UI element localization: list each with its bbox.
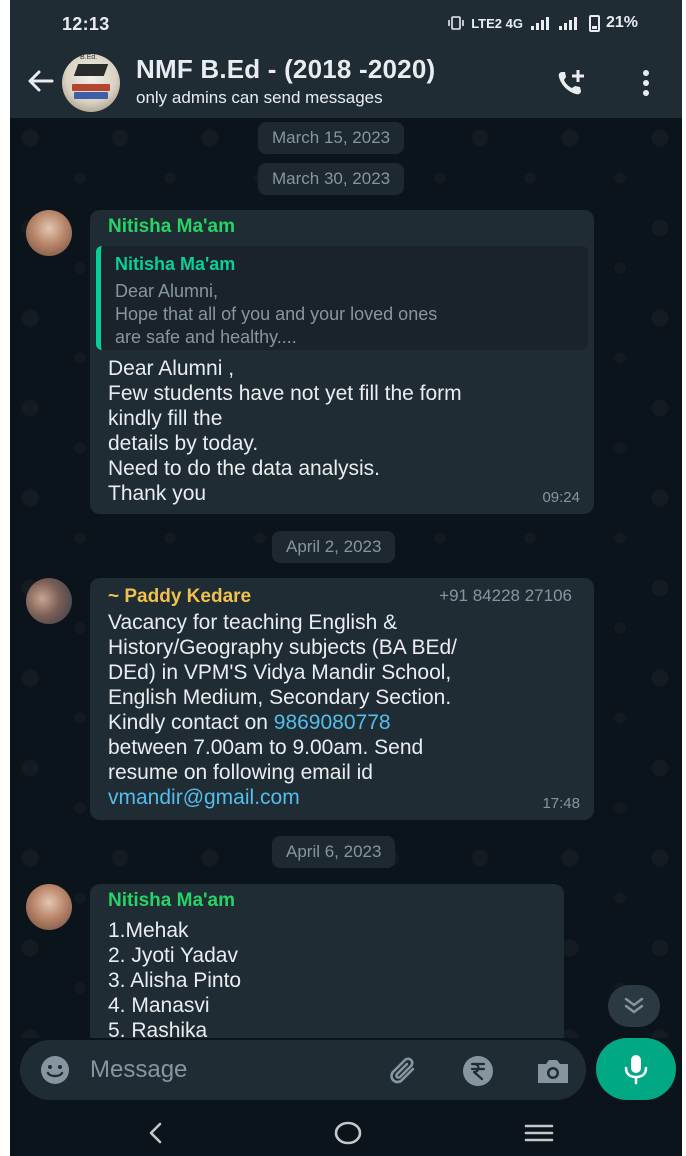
message-bubble[interactable]: ~ Paddy Kedare +91 84228 27106 Vacancy f… [90, 578, 594, 820]
status-time: 12:13 [62, 14, 110, 34]
message-bubble[interactable]: Nitisha Ma'am 1.Mehak 2. Jyoti Yadav 3. … [90, 884, 564, 1038]
back-arrow-icon[interactable] [24, 64, 58, 98]
message-input[interactable] [90, 1050, 350, 1090]
quote-text: Dear Alumni, Hope that all of you and yo… [115, 280, 437, 349]
nav-menu-icon[interactable] [522, 1118, 556, 1148]
graduation-cap-shape [73, 64, 109, 76]
quoted-message[interactable]: Nitisha Ma'am Dear Alumni, Hope that all… [96, 246, 588, 350]
message-time: 17:48 [542, 795, 580, 812]
date-chip: April 6, 2023 [272, 836, 396, 868]
avatar-nitisha[interactable] [26, 884, 72, 930]
network-type: LTE2 4G [471, 15, 523, 31]
group-subtitle: only admins can send messages [136, 88, 383, 107]
rupee-payment-icon[interactable] [460, 1053, 496, 1089]
message-time: 09:24 [542, 489, 580, 506]
battery-percent: 21% [605, 14, 638, 31]
sender-name[interactable]: ~ Paddy Kedare [108, 586, 251, 608]
message-line: details by today. [108, 432, 259, 455]
message-line: History/Geography subjects (BA BEd/ [108, 636, 457, 659]
message-line: Kindly contact on 9869080778 [108, 710, 457, 735]
add-call-icon[interactable] [554, 66, 588, 100]
chat-header[interactable]: B.Ed. NMF B.Ed - (2018 -2020) only admin… [10, 46, 682, 118]
message-line: 3. Alisha Pinto [108, 969, 242, 992]
book-shape-2 [74, 92, 108, 99]
sender-phone[interactable]: +91 84228 27106 [439, 586, 572, 606]
message-bubble[interactable]: Nitisha Ma'am Nitisha Ma'am Dear Alumni,… [90, 210, 594, 514]
message-line: Vacancy for teaching English & [108, 611, 398, 634]
date-chip: April 2, 2023 [272, 531, 396, 563]
message-line: Thank you [108, 482, 207, 505]
scroll-to-bottom-button[interactable] [608, 985, 660, 1027]
voice-record-button[interactable] [596, 1038, 676, 1100]
sender-name[interactable]: Nitisha Ma'am [108, 890, 235, 912]
email-link[interactable]: vmandir@gmail.com [108, 785, 457, 810]
message-line: 2. Jyoti Yadav [108, 944, 238, 967]
camera-icon[interactable] [534, 1053, 572, 1089]
message-line: 5. Rashika [108, 1019, 208, 1038]
battery-icon [588, 14, 600, 32]
message-line: English Medium, Secondary Section. [108, 686, 452, 709]
app-frame: 12:13 LTE2 4G 21% B.Ed. NMF B.Ed - (2018… [10, 0, 682, 1156]
attach-icon[interactable] [386, 1053, 422, 1089]
overflow-menu-icon[interactable] [636, 66, 656, 100]
message-text: Vacancy for teaching English & History/G… [108, 610, 457, 810]
avatar-label: B.Ed. [80, 54, 98, 61]
quote-line: Dear Alumni, [115, 281, 219, 301]
status-indicators: LTE2 4G 21% [447, 14, 638, 32]
message-text: 1.Mehak 2. Jyoti Yadav 3. Alisha Pinto 4… [108, 918, 241, 1038]
signal-icon [530, 17, 549, 30]
message-text: Dear Alumni , Few students have not yet … [108, 356, 462, 506]
message-line: DEd) in VPM'S Vidya Mandir School, [108, 661, 452, 684]
message-line: kindly fill the [108, 407, 223, 430]
microphone-icon [624, 1055, 648, 1085]
contact-prefix: Kindly contact on [108, 711, 274, 734]
message-line: resume on following email id [108, 761, 373, 784]
message-composer [20, 1040, 586, 1100]
date-chip: March 30, 2023 [258, 163, 405, 195]
message-line: Few students have not yet fill the form [108, 382, 462, 405]
group-name[interactable]: NMF B.Ed - (2018 -2020) [136, 54, 435, 85]
message-line: Need to do the data analysis. [108, 457, 381, 480]
date-chip: March 15, 2023 [258, 122, 405, 154]
avatar-paddy[interactable] [26, 578, 72, 624]
message-line: between 7.00am to 9.00am. Send [108, 736, 424, 759]
double-chevron-down-icon [624, 997, 644, 1014]
group-avatar[interactable]: B.Ed. [62, 54, 120, 112]
status-bar: 12:13 LTE2 4G 21% [10, 0, 682, 46]
emoji-icon[interactable] [38, 1053, 72, 1087]
vibrate-icon [448, 16, 464, 30]
sender-name[interactable]: Nitisha Ma'am [108, 216, 235, 238]
quote-line: Hope that all of you and your loved ones [115, 304, 438, 324]
message-line: 1.Mehak [108, 919, 189, 942]
system-nav-bar [10, 1110, 682, 1156]
nav-home-icon[interactable] [332, 1118, 364, 1148]
quote-line: are safe and healthy.... [115, 327, 297, 347]
chat-area[interactable]: March 15, 2023 March 30, 2023 Nitisha Ma… [10, 118, 682, 1038]
book-shape [72, 84, 110, 91]
phone-link[interactable]: 9869080778 [274, 711, 391, 734]
signal-icon-2 [558, 17, 577, 30]
message-line: 4. Manasvi [108, 994, 210, 1017]
message-line: Dear Alumni , [108, 357, 235, 380]
quote-sender: Nitisha Ma'am [115, 254, 236, 274]
avatar-nitisha[interactable] [26, 210, 72, 256]
nav-back-icon[interactable] [142, 1118, 170, 1148]
